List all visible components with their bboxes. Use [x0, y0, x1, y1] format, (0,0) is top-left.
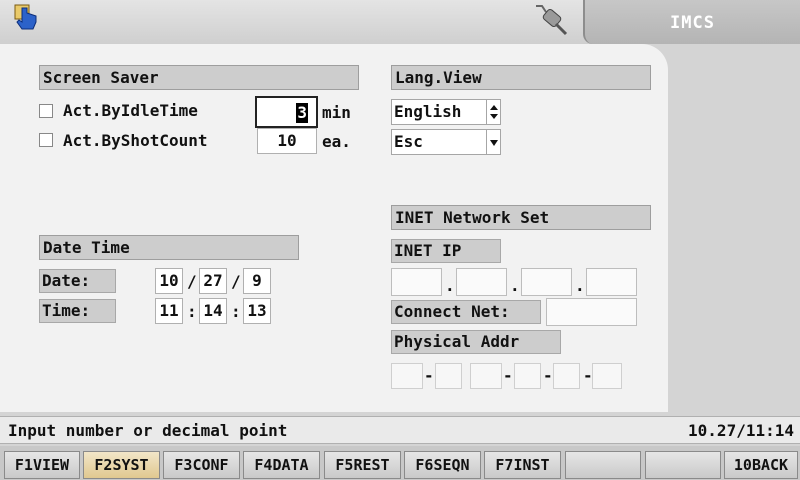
- connect-net-field[interactable]: [546, 298, 637, 326]
- plug-icon: [532, 2, 570, 38]
- shot-count-checkbox[interactable]: [39, 133, 53, 147]
- date-separator: /: [231, 272, 241, 291]
- status-bar: Input number or decimal point 10.27/11:1…: [0, 416, 800, 444]
- shot-count-unit: ea.: [322, 132, 351, 151]
- status-datetime: 10.27/11:14: [688, 421, 794, 440]
- idle-time-input[interactable]: 3: [255, 96, 318, 128]
- ip-octet-3-field[interactable]: [521, 268, 572, 296]
- time-separator: :: [231, 302, 241, 321]
- time-minute-field[interactable]: 14: [199, 298, 227, 324]
- inet-network-header: INET Network Set: [391, 205, 651, 230]
- f3-conf-key[interactable]: F3CONF: [163, 451, 240, 479]
- date-month-field[interactable]: 10: [155, 268, 183, 294]
- date-time-header: Date Time: [39, 235, 299, 260]
- esc-value: Esc: [394, 132, 423, 151]
- ip-octet-1-field[interactable]: [391, 268, 442, 296]
- lang-view-header: Lang.View: [391, 65, 651, 90]
- f9-blank-key[interactable]: [645, 451, 721, 479]
- mac-octet-2-field: [435, 363, 462, 389]
- f1-view-key[interactable]: F1VIEW: [4, 451, 80, 479]
- physical-addr-label: Physical Addr: [391, 330, 561, 354]
- mac-separator: -: [424, 366, 434, 385]
- date-day-field[interactable]: 27: [199, 268, 227, 294]
- time-separator: :: [187, 302, 197, 321]
- time-label: Time:: [39, 299, 116, 323]
- mac-separator: -: [503, 366, 513, 385]
- language-value: English: [394, 102, 462, 121]
- language-select[interactable]: English: [391, 99, 501, 125]
- f6-seqn-key[interactable]: F6SEQN: [404, 451, 481, 479]
- mac-octet-5-field: [553, 363, 580, 389]
- ip-separator: .: [575, 276, 585, 295]
- time-hour-field[interactable]: 11: [155, 298, 183, 324]
- date-separator: /: [187, 272, 197, 291]
- ip-octet-2-field[interactable]: [456, 268, 507, 296]
- f10-back-key[interactable]: 10BACK: [724, 451, 798, 479]
- ip-separator: .: [445, 276, 455, 295]
- inet-ip-label: INET IP: [391, 239, 501, 263]
- ip-octet-4-field[interactable]: [586, 268, 637, 296]
- updown-arrow-icon[interactable]: [486, 100, 500, 124]
- chevron-down-icon[interactable]: [486, 130, 500, 154]
- hand-pointer-icon[interactable]: [14, 4, 42, 36]
- f5-rest-key[interactable]: F5REST: [324, 451, 401, 479]
- mac-octet-4-field: [514, 363, 541, 389]
- shot-count-label: Act.ByShotCount: [63, 131, 208, 150]
- idle-time-label: Act.ByIdleTime: [63, 101, 198, 120]
- mac-octet-3-field: [470, 363, 502, 389]
- time-second-field[interactable]: 13: [243, 298, 271, 324]
- connect-net-label: Connect Net:: [391, 300, 541, 324]
- f2-syst-key[interactable]: F2SYST: [83, 451, 160, 479]
- mac-octet-6-field: [592, 363, 622, 389]
- shot-count-input[interactable]: 10: [257, 128, 317, 154]
- date-year-field[interactable]: 9: [243, 268, 271, 294]
- status-message: Input number or decimal point: [8, 421, 288, 440]
- app-title: IMCS: [583, 0, 800, 44]
- idle-time-checkbox[interactable]: [39, 104, 53, 118]
- date-label: Date:: [39, 269, 116, 293]
- f4-data-key[interactable]: F4DATA: [243, 451, 320, 479]
- f7-inst-key[interactable]: F7INST: [484, 451, 561, 479]
- f8-blank-key[interactable]: [565, 451, 641, 479]
- idle-time-unit: min: [322, 103, 351, 122]
- idle-time-value: 3: [296, 103, 308, 123]
- mac-octet-1-field: [391, 363, 423, 389]
- screen-saver-header: Screen Saver: [39, 65, 359, 90]
- esc-select[interactable]: Esc: [391, 129, 501, 155]
- mac-separator: -: [543, 366, 553, 385]
- ip-separator: .: [510, 276, 520, 295]
